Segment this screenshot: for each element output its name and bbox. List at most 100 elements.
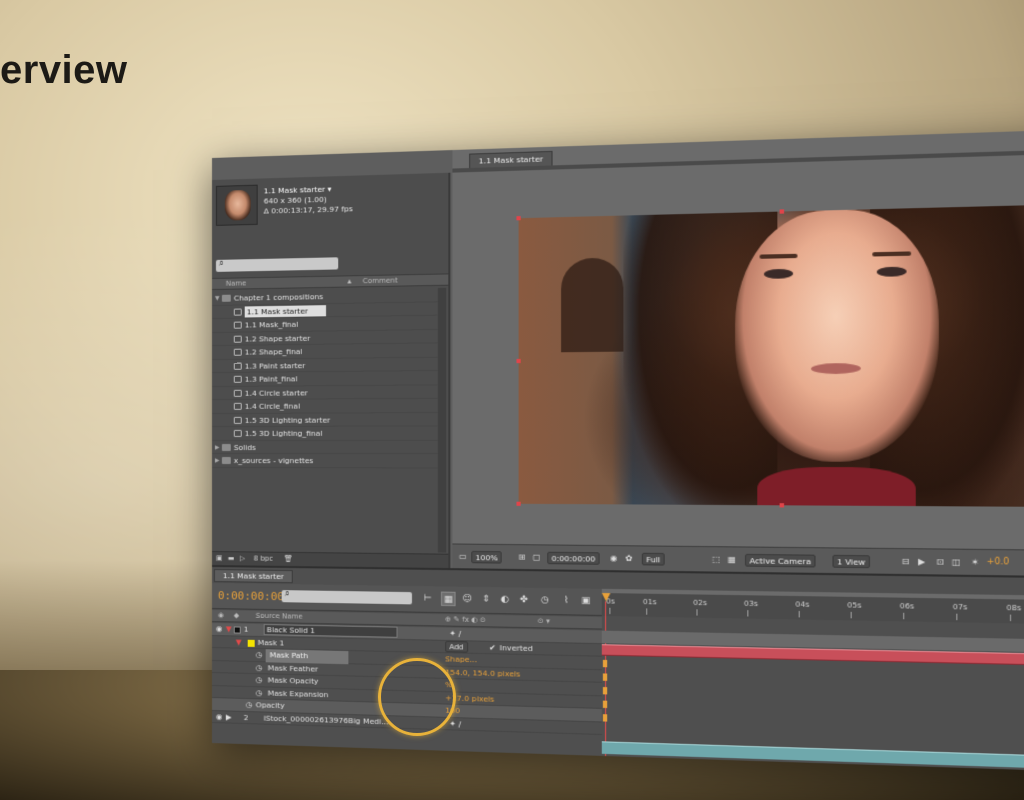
timeline-search-input[interactable]: ⌕	[281, 589, 412, 605]
frame-blending-icon[interactable]: ⇕	[479, 592, 494, 607]
parent-icons[interactable]: ⊙ ▾	[538, 617, 550, 626]
motion-blur-icon[interactable]: ◐	[497, 592, 512, 607]
column-source-name[interactable]: Source Name	[256, 612, 303, 621]
stopwatch-icon[interactable]: ◷	[256, 687, 263, 700]
tree-item-sources[interactable]: ▶ x_sources - vignettes	[212, 454, 438, 468]
label-color-swatch[interactable]	[233, 626, 241, 634]
folder-icon	[221, 443, 231, 451]
folder-icon	[221, 457, 231, 465]
stopwatch-icon[interactable]: ◷	[256, 674, 263, 687]
disclosure-triangle-icon[interactable]: ▶	[215, 440, 220, 454]
disclosure-triangle-icon[interactable]: ▼	[236, 636, 242, 649]
composition-icon	[233, 348, 242, 356]
column-comment[interactable]: Comment	[363, 276, 398, 285]
slide-title: erview	[0, 48, 128, 92]
highlight-circle	[378, 658, 456, 736]
keyframe[interactable]	[602, 659, 608, 668]
mask-visibility-icon[interactable]: ▢	[530, 552, 543, 564]
grid-icon[interactable]: ⊞	[515, 551, 528, 563]
region-of-interest-icon[interactable]: ⬚	[710, 553, 723, 565]
stopwatch-icon[interactable]: ◷	[246, 699, 253, 712]
resolution-select[interactable]: Full	[641, 552, 665, 566]
current-time[interactable]: 0:00:00:00	[547, 551, 600, 565]
composition-icon	[233, 362, 242, 370]
transparency-grid-icon[interactable]: ▦	[725, 554, 738, 566]
search-icon: ⌕	[284, 589, 290, 600]
keyframe[interactable]	[602, 687, 608, 695]
bit-depth-button[interactable]: 8 bpc	[254, 554, 273, 562]
layer-handle[interactable]	[779, 503, 785, 508]
layer-handle[interactable]	[516, 358, 521, 364]
label-column-icon[interactable]: ◆	[234, 611, 239, 619]
disclosure-triangle-icon[interactable]: ▼	[215, 292, 220, 306]
av-features-icon[interactable]: ◉	[218, 611, 224, 619]
disclosure-triangle-icon[interactable]: ▼	[226, 623, 232, 636]
layer-switches[interactable]: ✦ /	[449, 628, 461, 641]
composition-icon	[233, 429, 242, 437]
hide-shy-icon[interactable]: ☺	[460, 592, 475, 607]
layer-handle[interactable]	[779, 209, 785, 214]
tree-item-comp[interactable]: 1.5 3D Lighting_final	[212, 426, 438, 441]
exposure-reset-icon[interactable]: ✶	[968, 556, 982, 568]
visibility-eye-icon[interactable]: ◉	[216, 623, 222, 636]
switches-icons[interactable]: ⊕ ✎ fx ◐ ⊙	[445, 615, 486, 624]
brainstorm-icon[interactable]: ✤	[516, 593, 531, 608]
stopwatch-icon[interactable]: ◷	[256, 662, 263, 675]
disclosure-triangle-icon[interactable]: ▶	[215, 454, 220, 468]
trash-icon[interactable]: 🗑	[284, 555, 293, 563]
layer-name[interactable]: Black Solid 1	[263, 624, 398, 638]
timeline-icon[interactable]: ⊡	[933, 556, 947, 568]
mask-color-swatch[interactable]	[247, 639, 255, 647]
graph-editor-icon[interactable]: ⌇	[559, 593, 574, 608]
comp-mini-flowchart-icon[interactable]: ⊢	[420, 591, 435, 606]
tab-timeline[interactable]: 1.1 Mask starter	[213, 569, 293, 584]
tree-item-solids[interactable]: ▶ Solids	[212, 440, 438, 455]
keyframe[interactable]	[602, 714, 608, 722]
tree-item-comp[interactable]: 1.4 Circle starter	[212, 384, 438, 400]
timeline-timecode[interactable]: 0:00:00:00	[218, 589, 284, 603]
flowchart-icon[interactable]: ◫	[949, 556, 963, 568]
layer-handle[interactable]	[516, 501, 521, 506]
column-name[interactable]: Name	[226, 279, 247, 287]
camera-icon[interactable]: ▣	[578, 594, 593, 609]
composition-icon	[233, 321, 242, 329]
stopwatch-icon[interactable]: ◷	[256, 649, 263, 662]
visibility-eye-icon[interactable]: ◉	[216, 711, 222, 724]
search-icon: ⌕	[218, 258, 224, 269]
camera-select[interactable]: Active Camera	[745, 553, 816, 568]
tree-item-comp[interactable]: 1.5 3D Lighting starter	[212, 412, 438, 427]
project-scrollbar[interactable]	[437, 287, 447, 553]
mask-mode-select[interactable]: Add	[445, 640, 468, 653]
composition-frame[interactable]	[518, 204, 1024, 507]
project-tree: ▼ Chapter 1 compositions 1.1 Mask starte…	[212, 287, 438, 468]
exposure-value[interactable]: +0.0	[987, 557, 1010, 567]
disclosure-triangle-icon[interactable]: ▶	[226, 711, 232, 724]
layer-handle[interactable]	[516, 216, 521, 221]
zoom-select[interactable]: 100%	[471, 550, 503, 564]
keyframe[interactable]	[602, 673, 608, 681]
comp-duration: Δ 0:00:13:17, 29.97 fps	[263, 204, 353, 216]
layer-switches[interactable]: ✦ /	[449, 717, 461, 730]
new-comp-icon[interactable]: ▷	[240, 554, 245, 562]
toggle-pixel-aspect-icon[interactable]: ⊟	[899, 556, 913, 568]
keyframe[interactable]	[602, 700, 608, 709]
timeline-tracks	[601, 618, 1024, 773]
sort-arrow-icon[interactable]: ▴	[347, 276, 351, 285]
mask-name[interactable]: Mask 1	[258, 636, 285, 649]
composition-icon	[233, 335, 242, 343]
layer-name[interactable]: iStock_000002613976Big Medi...	[264, 712, 389, 728]
color-channel-icon[interactable]: ✿	[622, 553, 635, 565]
fast-preview-icon[interactable]: ▶	[915, 556, 929, 568]
view-layout-select[interactable]: 1 View	[832, 554, 870, 569]
auto-keyframe-icon[interactable]: ◷	[538, 593, 553, 608]
inverted-checkbox[interactable]: ✔	[489, 641, 496, 654]
always-preview-icon[interactable]: ▭	[457, 551, 470, 562]
draft-3d-icon[interactable]: ▦	[441, 591, 456, 607]
tree-item-comp[interactable]: 1.4 Circle_final	[212, 398, 438, 414]
work-area-bar[interactable]	[601, 588, 1024, 601]
new-folder-icon[interactable]: ▬	[228, 554, 235, 562]
project-search-input[interactable]: ⌕	[215, 257, 339, 272]
snapshot-icon[interactable]: ◉	[607, 552, 620, 564]
composition-icon	[233, 416, 242, 424]
interpret-footage-icon[interactable]: ▣	[216, 554, 223, 562]
